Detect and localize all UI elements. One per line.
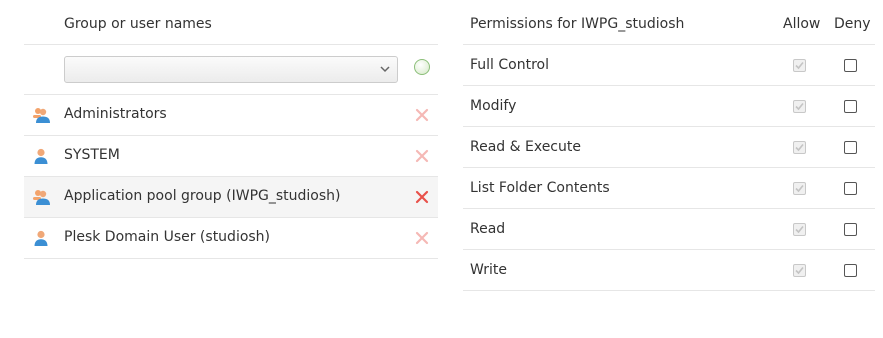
delete-icon[interactable] — [415, 149, 429, 163]
allow-checkbox[interactable] — [793, 223, 806, 236]
deny-checkbox[interactable] — [844, 264, 857, 277]
permissions-header: Permissions for IWPG_studiosh Allow Deny — [463, 4, 875, 45]
check-icon — [795, 143, 804, 152]
add-circle-icon[interactable] — [414, 59, 430, 75]
check-icon — [795, 102, 804, 111]
allow-checkbox[interactable] — [793, 141, 806, 154]
permissions-panel: Permissions for IWPG_studiosh Allow Deny… — [463, 4, 875, 291]
allow-checkbox[interactable] — [793, 182, 806, 195]
check-icon — [795, 61, 804, 70]
deny-checkbox[interactable] — [844, 100, 857, 113]
allow-checkbox[interactable] — [793, 100, 806, 113]
user-row-application-pool-group[interactable]: Application pool group (IWPG_studiosh) — [24, 177, 438, 218]
permission-row-read: Read — [463, 209, 875, 250]
user-row-administrators[interactable]: Administrators — [24, 95, 438, 136]
deny-checkbox[interactable] — [844, 182, 857, 195]
group-user-header: Group or user names — [24, 4, 438, 45]
check-icon — [795, 225, 804, 234]
user-icon — [34, 148, 48, 164]
allow-checkbox[interactable] — [793, 59, 806, 72]
delete-icon[interactable] — [415, 108, 429, 122]
check-icon — [795, 184, 804, 193]
user-row-system[interactable]: SYSTEM — [24, 136, 438, 177]
user-name: Plesk Domain User (studiosh) — [64, 229, 271, 245]
user-name: Administrators — [64, 106, 167, 122]
permission-row-list-folder-contents: List Folder Contents — [463, 168, 875, 209]
chevron-down-icon — [380, 66, 390, 73]
check-icon — [795, 266, 804, 275]
user-name: Application pool group (IWPG_studiosh) — [64, 188, 341, 204]
permission-name: List Folder Contents — [470, 180, 610, 196]
user-name: SYSTEM — [64, 147, 120, 163]
add-user-row — [24, 45, 438, 95]
permission-name: Read — [470, 221, 506, 237]
permission-row-read-execute: Read & Execute — [463, 127, 875, 168]
user-row-plesk-domain-user[interactable]: Plesk Domain User (studiosh) — [24, 218, 438, 259]
group-user-panel: Group or user names Administrators SYSTE… — [24, 4, 438, 259]
deny-checkbox[interactable] — [844, 223, 857, 236]
permission-name: Write — [470, 262, 507, 278]
allow-column-header: Allow — [783, 16, 821, 32]
delete-icon[interactable] — [415, 190, 429, 204]
deny-checkbox[interactable] — [844, 141, 857, 154]
delete-icon[interactable] — [415, 231, 429, 245]
group-icon — [33, 108, 50, 123]
permission-name: Modify — [470, 98, 517, 114]
permission-row-modify: Modify — [463, 86, 875, 127]
group-icon — [33, 190, 50, 205]
allow-checkbox[interactable] — [793, 264, 806, 277]
group-user-header-label: Group or user names — [64, 16, 212, 32]
deny-column-header: Deny — [834, 16, 871, 32]
deny-checkbox[interactable] — [844, 59, 857, 72]
user-icon — [34, 230, 48, 246]
permissions-header-label: Permissions for IWPG_studiosh — [470, 16, 685, 32]
permission-row-write: Write — [463, 250, 875, 291]
permission-row-full-control: Full Control — [463, 45, 875, 86]
permission-name: Full Control — [470, 57, 549, 73]
permission-name: Read & Execute — [470, 139, 581, 155]
add-user-select[interactable] — [64, 56, 398, 83]
